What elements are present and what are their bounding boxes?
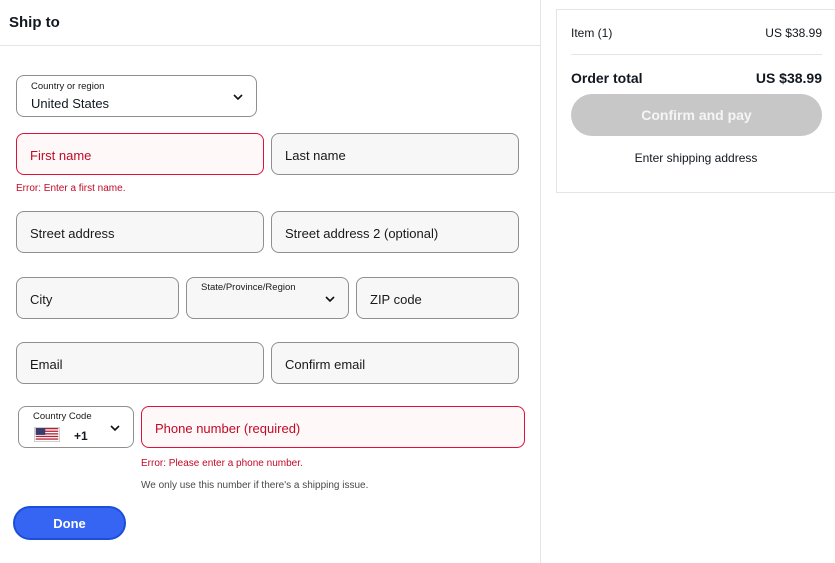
zip-code-placeholder: ZIP code bbox=[370, 292, 422, 307]
country-code-select[interactable]: Country Code +1 bbox=[18, 406, 134, 448]
last-name-field[interactable]: Last name bbox=[271, 133, 519, 175]
confirm-email-field[interactable]: Confirm email bbox=[271, 342, 519, 384]
country-code-value: +1 bbox=[74, 429, 88, 443]
email-field[interactable]: Email bbox=[16, 342, 264, 384]
order-summary-panel: Item (1) US $38.99 Order total US $38.99… bbox=[556, 9, 835, 193]
country-code-label: Country Code bbox=[33, 411, 92, 422]
first-name-placeholder: First name bbox=[30, 148, 92, 163]
confirm-and-pay-button[interactable]: Confirm and pay bbox=[571, 94, 822, 136]
zip-code-field[interactable]: ZIP code bbox=[356, 277, 519, 319]
state-label: State/Province/Region bbox=[201, 282, 296, 293]
first-name-error: Error: Enter a first name. bbox=[16, 183, 126, 194]
done-button[interactable]: Done bbox=[13, 506, 126, 540]
city-placeholder: City bbox=[30, 292, 53, 307]
shipping-address-hint: Enter shipping address bbox=[634, 151, 758, 165]
confirm-email-placeholder: Confirm email bbox=[285, 357, 366, 372]
phone-number-hint: We only use this number if there's a shi… bbox=[141, 480, 369, 491]
last-name-placeholder: Last name bbox=[285, 148, 346, 163]
order-total-row: Order total US $38.99 bbox=[571, 70, 822, 86]
chevron-down-icon bbox=[110, 425, 120, 432]
chevron-down-icon bbox=[325, 296, 335, 303]
state-select[interactable]: State/Province/Region bbox=[186, 277, 349, 319]
street-address-field[interactable]: Street address bbox=[16, 211, 264, 253]
us-flag-icon bbox=[34, 427, 60, 442]
phone-number-error: Error: Please enter a phone number. bbox=[141, 458, 303, 469]
item-price: US $38.99 bbox=[765, 26, 822, 40]
street-address-2-placeholder: Street address 2 (optional) bbox=[285, 226, 439, 241]
country-label: Country or region bbox=[31, 81, 105, 92]
street-address-placeholder: Street address bbox=[30, 226, 115, 241]
order-total-price: US $38.99 bbox=[755, 70, 822, 86]
street-address-2-field[interactable]: Street address 2 (optional) bbox=[271, 211, 519, 253]
summary-divider bbox=[571, 54, 822, 55]
ship-to-title: Ship to bbox=[9, 14, 60, 31]
phone-number-field[interactable]: Phone number (required) bbox=[141, 406, 525, 448]
item-row: Item (1) US $38.99 bbox=[571, 26, 822, 40]
item-label: Item (1) bbox=[571, 26, 613, 40]
ship-to-header: Ship to bbox=[0, 0, 541, 46]
order-total-label: Order total bbox=[571, 70, 643, 86]
city-field[interactable]: City bbox=[16, 277, 179, 319]
phone-number-placeholder: Phone number (required) bbox=[155, 421, 301, 436]
first-name-field[interactable]: First name bbox=[16, 133, 264, 175]
chevron-down-icon bbox=[233, 94, 243, 101]
email-placeholder: Email bbox=[30, 357, 63, 372]
country-select[interactable]: Country or region United States bbox=[16, 75, 257, 117]
country-value: United States bbox=[31, 96, 110, 111]
shipping-form-panel: Ship to Country or region United States … bbox=[0, 0, 541, 563]
